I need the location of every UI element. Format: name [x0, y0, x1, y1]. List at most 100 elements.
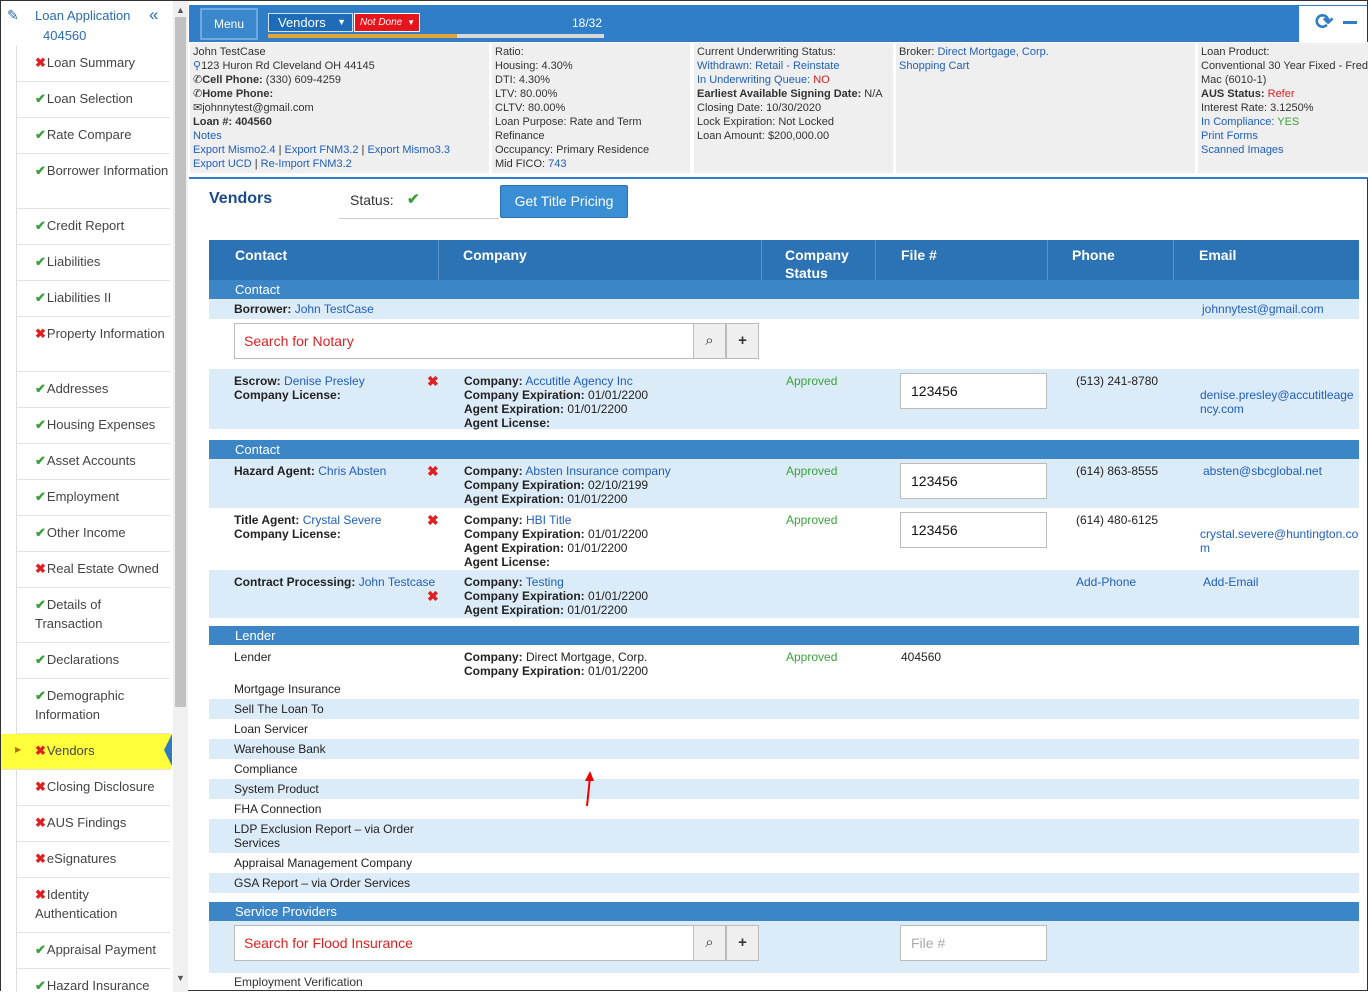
sidebar-item[interactable]: ✖Closing Disclosure — [17, 770, 170, 806]
refresh-icon[interactable]: ⟳ — [1315, 9, 1333, 35]
sidebar-item[interactable]: ✔Other Income — [17, 516, 170, 552]
email-link[interactable]: denise.presley@accutitleage — [1200, 388, 1354, 402]
sidebar-item[interactable]: ✔Asset Accounts — [17, 444, 170, 480]
search-icon[interactable]: ⌕ — [693, 323, 726, 359]
escrow-contact-link[interactable]: Denise Presley — [284, 374, 365, 388]
export-ucd-link[interactable]: Export UCD — [193, 158, 252, 170]
add-icon[interactable]: + — [726, 925, 759, 961]
sidebar-item[interactable]: ✖Property Information — [17, 317, 170, 372]
col-email: Email — [1199, 247, 1237, 263]
sidebar-scrollbar[interactable]: ▲ ▼ — [173, 1, 188, 992]
reimport-fnm32-link[interactable]: Re-Import FNM3.2 — [261, 158, 352, 170]
notary-search-input[interactable]: Search for Notary — [234, 323, 694, 359]
queue-link[interactable]: In Underwriting Queue: — [697, 74, 810, 86]
export-mismo33-link[interactable]: Export Mismo3.3 — [367, 144, 450, 156]
status-dropdown[interactable]: Not Done ▼ — [354, 13, 420, 32]
flood-search-row: Search for Flood Insurance ⌕ + File # — [209, 921, 1359, 973]
file-number-input[interactable]: 123456 — [900, 512, 1047, 548]
file-number-input[interactable]: File # — [900, 925, 1047, 961]
scrollbar-thumb[interactable] — [175, 17, 186, 707]
company-expiration: 01/01/2200 — [588, 664, 649, 678]
housing-ratio: Housing: 4.30% — [495, 60, 573, 72]
minimize-icon[interactable] — [1343, 21, 1357, 24]
section-dropdown[interactable]: Vendors ▼ — [268, 13, 353, 32]
search-icon[interactable]: ⌕ — [693, 925, 726, 961]
hazard-contact-link[interactable]: Chris Absten — [318, 464, 386, 478]
escrow-label: Escrow: — [234, 374, 281, 388]
sidebar-item[interactable]: ✔Loan Selection — [17, 82, 170, 118]
borrower-email-link[interactable]: johnnytest@gmail.com — [1202, 302, 1324, 316]
sidebar-item[interactable]: ✔Details of Transaction — [17, 588, 170, 643]
shopping-cart-link[interactable]: Shopping Cart — [899, 59, 1192, 73]
sidebar-item[interactable]: ✔Liabilities — [17, 245, 170, 281]
withdrawn-link[interactable]: Withdrawn: Retail - Reinstate — [697, 59, 890, 73]
flood-search-input[interactable]: Search for Flood Insurance — [234, 925, 694, 961]
broker-link[interactable]: Direct Mortgage, Corp. — [938, 46, 1049, 58]
sidebar-item[interactable]: ✖Loan Summary — [17, 46, 170, 82]
signing-label: Earliest Available Signing Date: — [697, 88, 862, 100]
borrower-link[interactable]: John TestCase — [295, 302, 374, 316]
envelope-icon: ✉ — [193, 102, 203, 114]
email-link-cont[interactable]: ncy.com — [1200, 402, 1354, 416]
sidebar-item[interactable]: ✖AUS Findings — [17, 806, 170, 842]
sidebar-item[interactable]: ✖Identity Authentication — [17, 878, 170, 933]
sidebar-item[interactable]: ✔Demographic Information — [17, 679, 170, 734]
collapse-icon[interactable]: « — [149, 5, 158, 25]
sidebar-item[interactable]: ▶ ✖Vendors — [1, 734, 172, 770]
fico-link[interactable]: 743 — [548, 158, 566, 170]
col-file: File # — [901, 247, 937, 263]
contract-processing-link[interactable]: John Testcase — [359, 575, 436, 589]
sidebar-item-label: Vendors — [46, 743, 95, 758]
sidebar-item[interactable]: ✖Real Estate Owned — [17, 552, 170, 588]
add-phone-link[interactable]: Add-Phone — [1076, 575, 1136, 589]
sidebar-item[interactable]: ✔Borrower Information — [17, 154, 170, 209]
sidebar-loan-number[interactable]: 404560 — [43, 28, 86, 43]
sidebar-item[interactable]: ✔Addresses — [17, 372, 170, 408]
remove-icon[interactable]: ✖ — [427, 513, 439, 527]
file-number-input[interactable]: 123456 — [900, 373, 1047, 409]
email-link[interactable]: crystal.severe@huntington.co — [1200, 527, 1358, 541]
compliance-link[interactable]: In Compliance: — [1201, 116, 1274, 128]
contract-company-link[interactable]: Testing — [526, 575, 564, 589]
remove-icon[interactable]: ✖ — [427, 374, 439, 388]
get-title-pricing-button[interactable]: Get Title Pricing — [500, 185, 628, 218]
sidebar-title[interactable]: Loan Application — [35, 8, 130, 23]
hazard-company-link[interactable]: Absten Insurance company — [525, 464, 670, 478]
scroll-down-icon[interactable]: ▼ — [176, 973, 185, 983]
add-email-link[interactable]: Add-Email — [1203, 575, 1258, 589]
scanned-images-link[interactable]: Scanned Images — [1201, 143, 1366, 157]
check-icon: ✔ — [35, 942, 46, 957]
borrower-address: 123 Huron Rd Cleveland OH 44145 — [201, 60, 375, 72]
escrow-company-link[interactable]: Accutitle Agency Inc — [525, 374, 632, 388]
export-mismo24-link[interactable]: Export Mismo2.4 — [193, 144, 276, 156]
company-expiration: 01/01/2200 — [588, 589, 649, 603]
sidebar-item-label: Loan Summary — [46, 55, 136, 70]
email-link[interactable]: absten@sbcglobal.net — [1203, 464, 1322, 478]
notes-link[interactable]: Notes — [193, 130, 222, 142]
export-fnm32-link[interactable]: Export FNM3.2 — [285, 144, 359, 156]
title-agent-label: Title Agent: — [234, 513, 300, 527]
company-label: Company: — [464, 374, 523, 388]
menu-button[interactable]: Menu — [200, 8, 258, 40]
sidebar-item[interactable]: ✔Declarations — [17, 643, 170, 679]
email-link-cont[interactable]: m — [1200, 541, 1358, 555]
sidebar-item[interactable]: ✔Housing Expenses — [17, 408, 170, 444]
sidebar-item[interactable]: ✔Employment — [17, 480, 170, 516]
sidebar-item[interactable]: ✔Rate Compare — [17, 118, 170, 154]
scroll-up-icon[interactable]: ▲ — [176, 5, 185, 15]
remove-icon[interactable]: ✖ — [427, 589, 439, 603]
cell-label: Cell Phone: — [202, 74, 263, 86]
remove-icon[interactable]: ✖ — [427, 464, 439, 478]
title-agent-link[interactable]: Crystal Severe — [303, 513, 382, 527]
file-number-input[interactable]: 123456 — [900, 463, 1047, 499]
sidebar-item[interactable]: ✖eSignatures — [17, 842, 170, 878]
sidebar-item-label: Closing Disclosure — [46, 779, 155, 794]
add-icon[interactable]: + — [726, 323, 759, 359]
print-forms-link[interactable]: Print Forms — [1201, 129, 1366, 143]
sidebar-item[interactable]: ✔Liabilities II — [17, 281, 170, 317]
sidebar-item[interactable]: ✔Credit Report — [17, 209, 170, 245]
sidebar-item[interactable]: ✔Hazard Insurance — [17, 969, 170, 992]
title-company-link[interactable]: HBI Title — [526, 513, 571, 527]
sidebar-item[interactable]: ✔Appraisal Payment — [17, 933, 170, 969]
agent-expiration: 01/01/2200 — [567, 402, 628, 416]
